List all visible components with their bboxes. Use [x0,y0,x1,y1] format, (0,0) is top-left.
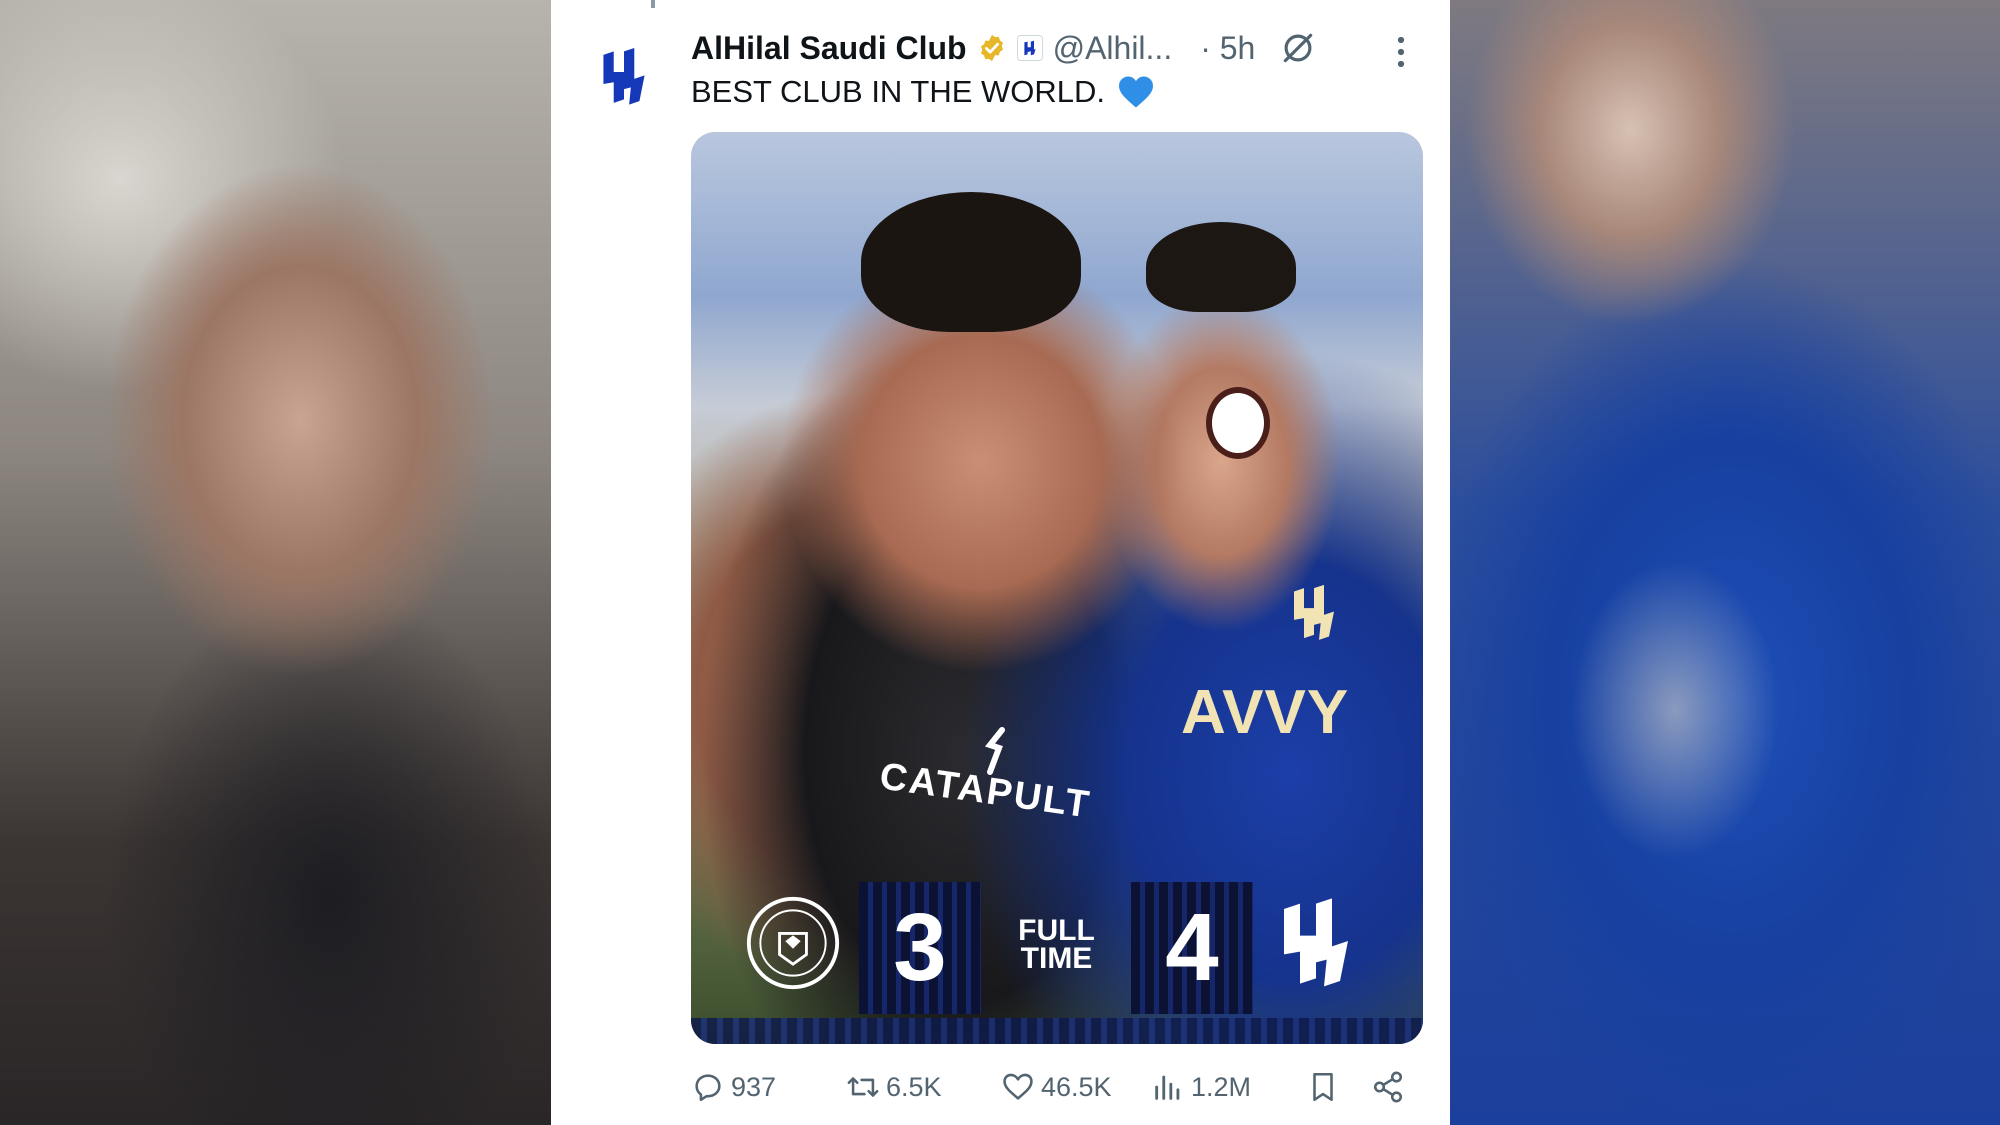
tweet-body: BEST CLUB IN THE WORLD. [691,74,1105,109]
reply-count: 937 [731,1071,777,1102]
more-options-icon[interactable] [1391,34,1411,70]
like-count: 46.5K [1041,1071,1112,1102]
author-name[interactable]: AlHilal Saudi Club [691,30,967,67]
reply-button[interactable]: 937 [691,1063,776,1111]
alhilal-logo-icon [603,48,645,105]
blurred-background-left [0,0,551,1125]
share-icon [1373,1071,1403,1103]
affiliate-badge-icon[interactable] [1016,35,1043,61]
alhilal-mini-logo-icon [1023,40,1036,56]
manchester-city-crest-icon [746,896,840,990]
match-status: FULL TIME [999,914,1114,975]
tweet-text: BEST CLUB IN THE WORLD. [691,74,1155,110]
views-chart-icon [1155,1075,1180,1100]
like-button[interactable]: 46.5K [1001,1063,1112,1111]
pinned-indicator [651,0,851,8]
teammate-mouth [1206,387,1270,459]
retweet-icon [847,1077,879,1097]
tweet-card[interactable]: AlHilal Saudi Club @Alhil... · 5h BEST C… [551,0,1450,1125]
player-hair [861,192,1081,332]
share-button[interactable] [1371,1063,1405,1111]
home-score: 3 [859,882,981,1014]
away-score: 4 [1131,882,1253,1014]
thread-line [651,0,655,8]
grok-icon[interactable] [1279,29,1317,67]
shirt-sponsor-text: AVVY [1181,678,1350,747]
tweet-media-image[interactable]: CATAPULT AVVY 3 FULL TIME 4 [691,132,1423,1044]
teammate-hair [1146,222,1296,312]
scoreboard-stripes [691,1018,1423,1044]
verified-badge-icon [980,34,1003,62]
tweet-actions: 937 6.5K 46.5K 1.2M [691,1063,1431,1111]
reply-icon [695,1074,721,1102]
bookmark-button[interactable] [1306,1063,1340,1111]
scoreboard: 3 FULL TIME 4 [691,867,1423,1044]
tweet-header: AlHilal Saudi Club @Alhil... · 5h [691,26,1431,70]
bookmark-icon [1313,1072,1333,1102]
heart-icon [1003,1073,1033,1100]
blurred-crest [1570,560,1780,860]
tweet-time[interactable]: · 5h [1200,30,1255,67]
retweet-button[interactable]: 6.5K [846,1063,942,1111]
retweet-count: 6.5K [886,1071,942,1102]
alhilal-crest-icon [1284,898,1348,987]
avatar[interactable] [591,45,657,111]
author-handle[interactable]: @Alhil... [1053,30,1173,67]
blue-heart-emoji-icon [1119,76,1153,108]
shirt-crest-icon [1294,584,1334,640]
blurred-background-right [1450,0,2000,1125]
views-button[interactable]: 1.2M [1151,1063,1251,1111]
status-line-1: FULL [1018,914,1095,947]
status-line-2: TIME [1020,942,1093,975]
catapult-logo-icon [984,727,1005,775]
view-count: 1.2M [1191,1071,1252,1102]
